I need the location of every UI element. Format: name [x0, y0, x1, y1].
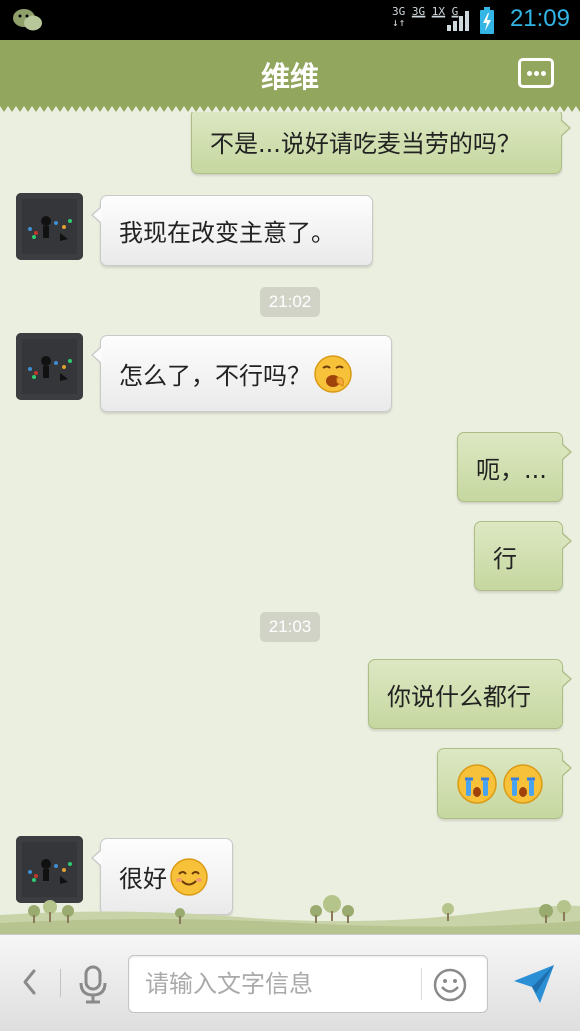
dot-icon: [527, 71, 532, 76]
incoming-message[interactable]: 我现在改变主意了。: [91, 195, 373, 266]
outgoing-message[interactable]: 你说什么都行: [368, 659, 572, 729]
outgoing-message[interactable]: [437, 748, 572, 819]
back-chevron-icon[interactable]: [20, 965, 38, 999]
message-list[interactable]: 不是...说好请吃麦当劳的吗？ 我现在改变主意了。 21:02 怎么了，不行吗？…: [0, 112, 580, 934]
message-text: 不是...说好请吃麦当劳的吗？: [210, 129, 521, 158]
outgoing-message[interactable]: 行: [474, 521, 572, 591]
microphone-icon[interactable]: [77, 965, 109, 1005]
dot-icon: [541, 71, 546, 76]
input-field-divider: [421, 968, 422, 1000]
battery-charging-icon: [480, 7, 494, 34]
chat-info-button[interactable]: [518, 58, 554, 88]
message-text: 行: [493, 544, 517, 573]
message-text: 你说什么都行: [387, 682, 531, 711]
message-text: 很好: [119, 865, 167, 893]
message-input-field[interactable]: [128, 955, 488, 1013]
message-text: 我现在改变主意了。: [119, 219, 335, 247]
chat-header: 维维: [0, 40, 580, 106]
status-bar: 3G 3G 1X G ↓↑ ▔▔ ▔▔ ▔ 21:09: [0, 0, 580, 40]
dot-icon: [534, 71, 539, 76]
input-divider: [60, 969, 61, 997]
outgoing-message[interactable]: 呃，...: [457, 432, 572, 502]
message-input-bar: [0, 934, 580, 1031]
outgoing-message[interactable]: 不是...说好请吃麦当劳的吗？: [191, 112, 571, 174]
message-timestamp: 21:03: [260, 612, 320, 642]
smiley-icon[interactable]: [433, 968, 467, 1002]
contact-avatar[interactable]: [16, 193, 83, 260]
avatar-image: [16, 333, 83, 400]
smile-emoji: [170, 857, 208, 896]
signal-strength-icon: [447, 11, 469, 31]
message-text: 呃，...: [476, 455, 547, 484]
contact-avatar[interactable]: [16, 333, 83, 400]
send-icon[interactable]: [512, 963, 556, 1005]
status-clock: 21:09: [509, 5, 570, 32]
chat-title: 维维: [260, 60, 319, 94]
landscape-decoration: [0, 895, 580, 935]
yawn-emoji: [314, 354, 352, 393]
incoming-message[interactable]: 怎么了，不行吗？: [91, 335, 392, 412]
crying-emoji: [457, 763, 497, 804]
message-input[interactable]: [145, 956, 415, 1012]
message-text: 怎么了，不行吗？: [119, 362, 311, 390]
message-timestamp: 21:02: [260, 287, 320, 317]
crying-emoji: [503, 763, 543, 804]
avatar-image: [16, 193, 83, 260]
wechat-notification-icon: [13, 9, 42, 31]
